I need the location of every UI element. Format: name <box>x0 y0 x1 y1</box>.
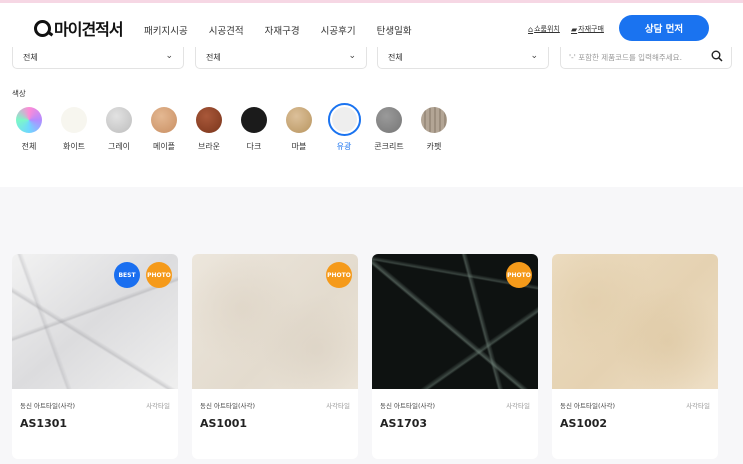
color-swatch-label: 전체 <box>21 142 37 151</box>
product-brand: 동신 아트타일(사각) <box>20 402 75 410</box>
product-brand: 동신 아트타일(사각) <box>200 402 255 410</box>
product-code: AS1703 <box>380 417 428 430</box>
product-type: 사각타일 <box>686 402 710 410</box>
color-dot <box>327 103 361 136</box>
color-swatch-label: 브라운 <box>197 142 221 151</box>
showroom-link[interactable]: ⌂ 쇼룸위치 <box>528 24 560 34</box>
product-card[interactable]: PHOTO 동신 아트타일(사각) 사각타일 AS1703 <box>372 254 538 459</box>
product-brand: 동신 아트타일(사각) <box>560 402 615 410</box>
product-type: 사각타일 <box>326 402 350 410</box>
color-swatch-label: 그레이 <box>107 142 131 151</box>
nav-item-reviews[interactable]: 시공후기 <box>321 23 356 37</box>
color-dot <box>421 107 447 133</box>
chevron-down-icon: ⌄ <box>348 51 356 61</box>
product-image: PHOTO <box>192 254 358 389</box>
color-dot <box>286 107 312 133</box>
color-swatch-dark[interactable]: 다크 <box>234 107 274 152</box>
color-swatch-brown[interactable]: 브라운 <box>189 107 229 152</box>
product-image: PHOTO <box>372 254 538 389</box>
filter-select-1[interactable]: 전체 ⌄ <box>12 47 184 69</box>
color-swatch-gray[interactable]: 그레이 <box>99 107 139 152</box>
header: 마이견적서 패키지시공 시공견적 자재구경 시공후기 탄생일화 ⌂ 쇼룸위치 ▰… <box>0 3 743 47</box>
search-icon[interactable] <box>711 50 723 62</box>
showroom-link-label: 쇼룸위치 <box>534 25 560 33</box>
color-swatch-label: 화이트 <box>62 142 86 151</box>
color-section-label: 색상 <box>12 89 26 98</box>
photo-badge: PHOTO <box>506 262 532 288</box>
color-dot <box>376 107 402 133</box>
product-code: AS1001 <box>200 417 248 430</box>
chevron-down-icon: ⌄ <box>530 51 538 61</box>
nav-item-estimate[interactable]: 시공견적 <box>209 23 244 37</box>
main-nav: 패키지시공 시공견적 자재구경 시공후기 탄생일화 <box>144 23 433 37</box>
product-type: 사각타일 <box>506 402 530 410</box>
filter-select-3[interactable]: 전체 ⌄ <box>377 47 549 69</box>
filter-area: 전체 ⌄ 전체 ⌄ 전체 ⌄ '-' 포함한 제품코드를 입력해주세요. 색상 … <box>0 47 743 187</box>
product-grid: BEST PHOTO 동신 아트타일(사각) 사각타일 AS1301 PHOTO… <box>0 187 743 464</box>
color-swatch-marble[interactable]: 마블 <box>279 107 319 152</box>
product-brand: 동신 아트타일(사각) <box>380 402 435 410</box>
color-dot <box>196 107 222 133</box>
photo-badge: PHOTO <box>146 262 172 288</box>
purchase-link-label: 자재구매 <box>578 25 604 33</box>
filter-select-3-value: 전체 <box>388 53 403 62</box>
purchase-link[interactable]: ▰ 자재구매 <box>571 24 604 34</box>
product-card[interactable]: PHOTO 동신 아트타일(사각) 사각타일 AS1001 <box>192 254 358 459</box>
nav-item-package[interactable]: 패키지시공 <box>144 23 188 37</box>
color-swatch-label: 유광 <box>336 142 352 151</box>
color-swatch-carpet[interactable]: 카펫 <box>414 107 454 152</box>
color-dot <box>241 107 267 133</box>
truck-icon: ▰ <box>571 24 578 34</box>
nav-item-story[interactable]: 탄생일화 <box>377 23 412 37</box>
filter-select-1-value: 전체 <box>23 53 38 62</box>
color-swatch-label: 다크 <box>246 142 262 151</box>
logo-search-icon <box>34 19 51 37</box>
color-dot <box>16 107 42 133</box>
consult-button[interactable]: 상담 먼저 <box>619 15 709 41</box>
product-code-search[interactable]: '-' 포함한 제품코드를 입력해주세요. <box>560 47 732 69</box>
color-swatch-maple[interactable]: 메이플 <box>144 107 184 152</box>
product-type: 사각타일 <box>146 402 170 410</box>
color-swatch-glossy[interactable]: 유광 <box>324 103 364 152</box>
nav-item-materials[interactable]: 자재구경 <box>265 23 300 37</box>
color-swatch-white[interactable]: 화이트 <box>54 107 94 152</box>
best-badge: BEST <box>114 262 140 288</box>
logo-text: 마이견적서 <box>54 20 124 39</box>
product-image: BEST PHOTO <box>12 254 178 389</box>
product-image <box>552 254 718 389</box>
filter-select-2[interactable]: 전체 ⌄ <box>195 47 367 69</box>
color-swatch-concrete[interactable]: 콘크리트 <box>369 107 409 152</box>
color-dot <box>61 107 87 133</box>
color-swatch-label: 마블 <box>291 142 307 151</box>
color-dot <box>106 107 132 133</box>
color-swatch-label: 메이플 <box>152 142 176 151</box>
logo[interactable]: 마이견적서 <box>34 16 124 40</box>
product-card[interactable]: BEST PHOTO 동신 아트타일(사각) 사각타일 AS1301 <box>12 254 178 459</box>
home-icon: ⌂ <box>528 24 534 34</box>
product-code: AS1301 <box>20 417 68 430</box>
color-swatch-label: 콘크리트 <box>374 142 404 151</box>
product-card[interactable]: 동신 아트타일(사각) 사각타일 AS1002 <box>552 254 718 459</box>
product-code: AS1002 <box>560 417 608 430</box>
chevron-down-icon: ⌄ <box>165 51 173 61</box>
color-swatch-all[interactable]: 전체 <box>9 107 49 152</box>
photo-badge: PHOTO <box>326 262 352 288</box>
filter-select-2-value: 전체 <box>206 53 221 62</box>
search-input[interactable]: '-' 포함한 제품코드를 입력해주세요. <box>569 52 682 63</box>
color-swatch-label: 카펫 <box>426 142 442 151</box>
color-dot <box>151 107 177 133</box>
